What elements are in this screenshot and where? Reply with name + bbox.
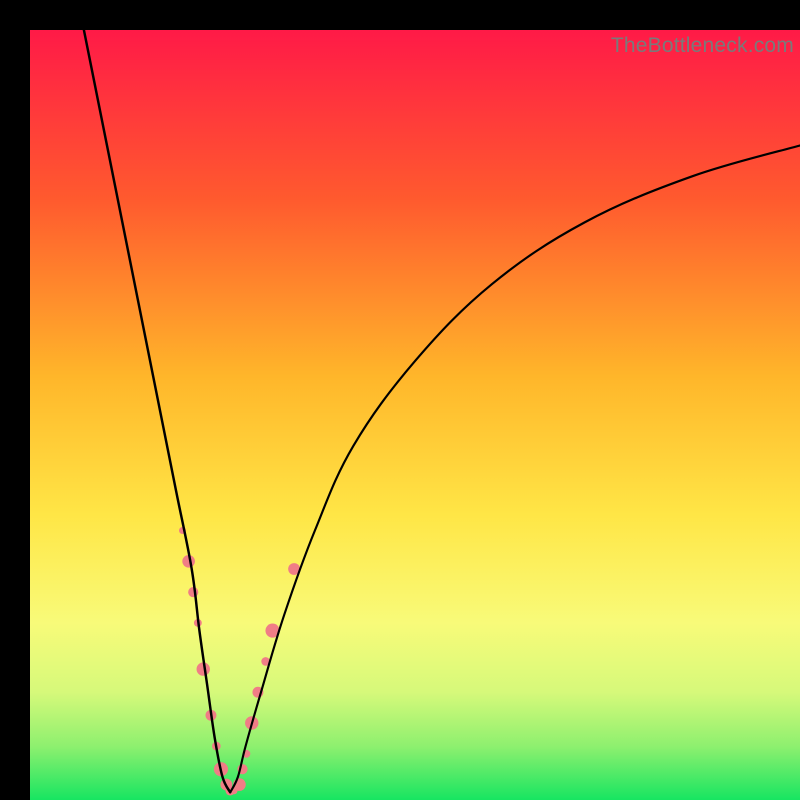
curves-layer xyxy=(30,30,800,800)
right-branch-curve xyxy=(230,146,800,793)
plot-area: TheBottleneck.com xyxy=(30,30,800,800)
data-marker xyxy=(188,587,198,597)
left-branch-curve xyxy=(84,30,230,792)
chart-frame: TheBottleneck.com xyxy=(0,0,800,800)
watermark-text: TheBottleneck.com xyxy=(611,34,794,58)
marker-group xyxy=(179,527,300,795)
